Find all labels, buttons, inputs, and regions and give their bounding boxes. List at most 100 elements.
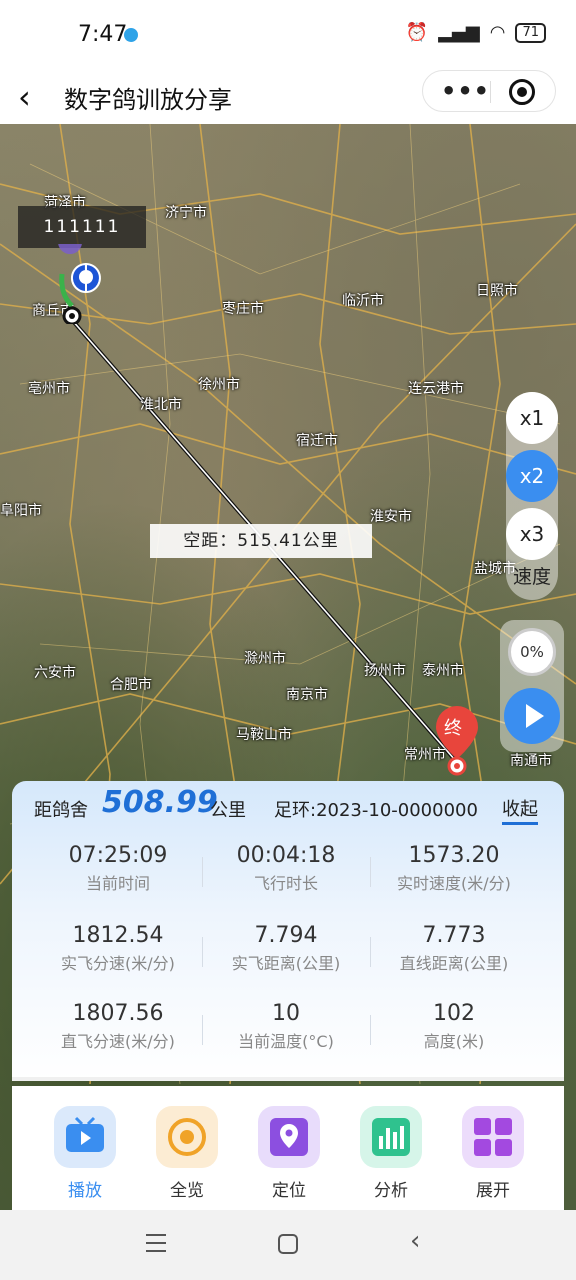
distance-unit: 公里 (210, 800, 246, 821)
signal-icon: ▂▄▆ (438, 22, 480, 43)
stat-value: 102 (433, 1001, 475, 1026)
status-time: 7:47 (78, 22, 128, 47)
city-label: 亳州市 (28, 381, 70, 397)
stat-temperature: 10 当前温度(°C) (202, 1001, 370, 1052)
stat-label: 实飞距离(公里) (231, 954, 341, 973)
back-icon[interactable]: ‹ (18, 78, 48, 118)
capsule-divider (490, 81, 491, 103)
route-distance-label: 空距：515.41公里 (150, 524, 372, 558)
toolbar-label: 播放 (68, 1181, 102, 1201)
city-label: 枣庄市 (222, 301, 264, 317)
toolbar-overview[interactable]: 全览 (154, 1106, 220, 1201)
distance-value: 508.99 (102, 785, 218, 820)
city-label: 南通市 (510, 753, 552, 769)
location-pin-icon (258, 1106, 320, 1168)
stat-label: 直线距离(公里) (399, 954, 509, 973)
stat-label: 实飞分速(米/分) (61, 954, 175, 973)
divider (370, 857, 371, 887)
city-label: 阜阳市 (0, 503, 42, 519)
city-label: 临沂市 (342, 293, 384, 309)
toolbar-label: 全览 (170, 1181, 204, 1201)
stat-value: 1812.54 (72, 923, 164, 948)
status-bar: 7:47 ⏰ ▂▄▆ ◠ 71 (0, 0, 576, 70)
speed-x2-button[interactable]: x2 (506, 450, 558, 502)
city-label: 宿迁市 (296, 433, 338, 449)
stat-label: 当前时间 (85, 874, 150, 893)
stat-label: 飞行时长 (253, 874, 318, 893)
info-panel: 距鸽舍 508.99 公里 足环:2023-10-0000000 收起 07:2… (12, 781, 564, 1081)
collapse-button[interactable]: 收起 (502, 795, 538, 825)
stat-actual-distance: 7.794 实飞距离(公里) (202, 923, 370, 974)
stat-value: 7.794 (254, 923, 318, 948)
stat-label: 当前温度(°C) (238, 1032, 334, 1051)
city-label: 六安市 (34, 665, 76, 681)
speed-x3-button[interactable]: x3 (506, 508, 558, 560)
city-label: 连云港市 (408, 381, 464, 397)
toolbar-expand[interactable]: 展开 (460, 1106, 526, 1201)
toolbar-play[interactable]: 播放 (52, 1106, 118, 1201)
divider (12, 1077, 564, 1081)
toolbar-label: 定位 (272, 1181, 306, 1201)
city-label: 南京市 (286, 687, 328, 703)
more-icon[interactable]: ••• (441, 77, 490, 105)
stat-label: 高度(米) (423, 1032, 485, 1051)
bottom-toolbar: 播放 全览 定位 分析 展开 (12, 1086, 564, 1210)
page-title: 数字鸽训放分享 (64, 86, 232, 114)
nav-bar: ‹ 数字鸽训放分享 ••• (0, 70, 576, 126)
stat-value: 1573.20 (408, 843, 500, 868)
stat-current-time: 07:25:09 当前时间 (34, 843, 202, 894)
stat-altitude: 102 高度(米) (370, 1001, 538, 1052)
city-label: 淮北市 (140, 397, 182, 413)
stat-value: 7.773 (422, 923, 486, 948)
city-label: 徐州市 (198, 377, 240, 393)
miniapp-capsule: ••• (422, 70, 556, 112)
city-label: 淮安市 (370, 509, 412, 525)
system-back-icon[interactable]: ‹ (410, 1226, 420, 1256)
city-label: 合肥市 (110, 677, 152, 693)
stat-flight-duration: 00:04:18 飞行时长 (202, 843, 370, 894)
speed-controls: x1 x2 x3 速度 (506, 392, 558, 600)
end-marker-label: 终 (444, 718, 462, 739)
speed-x1-button[interactable]: x1 (506, 392, 558, 444)
pigeon-tag: 111111 (18, 206, 146, 248)
close-miniapp-icon[interactable] (509, 79, 535, 105)
city-label: 日照市 (476, 283, 518, 299)
info-header: 距鸽舍 508.99 公里 足环:2023-10-0000000 收起 (12, 781, 564, 831)
divider (370, 1015, 371, 1045)
stat-actual-speed: 1812.54 实飞分速(米/分) (34, 923, 202, 974)
stat-straight-distance: 7.773 直线距离(公里) (370, 923, 538, 974)
alarm-icon: ⏰ (405, 22, 429, 43)
system-nav-bar: ‹ (0, 1210, 576, 1280)
city-label: 滁州市 (244, 651, 286, 667)
stat-value: 00:04:18 (236, 843, 336, 868)
menu-icon[interactable] (146, 1234, 166, 1258)
bar-chart-icon (360, 1106, 422, 1168)
toolbar-analysis[interactable]: 分析 (358, 1106, 424, 1201)
home-icon[interactable] (278, 1234, 298, 1254)
toolbar-label: 分析 (374, 1181, 408, 1201)
battery-icon: 71 (515, 22, 546, 43)
grid-expand-icon (462, 1106, 524, 1168)
stat-label: 直飞分速(米/分) (61, 1032, 175, 1051)
stat-realtime-speed: 1573.20 实时速度(米/分) (370, 843, 538, 894)
ring-number: 足环:2023-10-0000000 (274, 800, 478, 821)
play-button[interactable] (504, 688, 560, 744)
city-label: 泰州市 (422, 663, 464, 679)
start-marker-icon[interactable] (52, 244, 112, 324)
city-label: 扬州市 (364, 663, 406, 679)
city-label: 马鞍山市 (236, 727, 292, 743)
wifi-icon: ◠ (489, 22, 506, 43)
toolbar-label: 展开 (476, 1181, 510, 1201)
overview-target-icon (156, 1106, 218, 1168)
divider (202, 1015, 203, 1045)
playback-progress: 0% (508, 628, 556, 676)
toolbar-locate[interactable]: 定位 (256, 1106, 322, 1201)
distance-label: 距鸽舍 (34, 800, 88, 821)
stat-value: 10 (272, 1001, 300, 1026)
tv-play-icon (54, 1106, 116, 1168)
stat-value: 07:25:09 (68, 843, 168, 868)
stat-straight-speed: 1807.56 直飞分速(米/分) (34, 1001, 202, 1052)
stat-value: 1807.56 (72, 1001, 164, 1026)
divider (202, 937, 203, 967)
status-app-icon (124, 28, 138, 42)
